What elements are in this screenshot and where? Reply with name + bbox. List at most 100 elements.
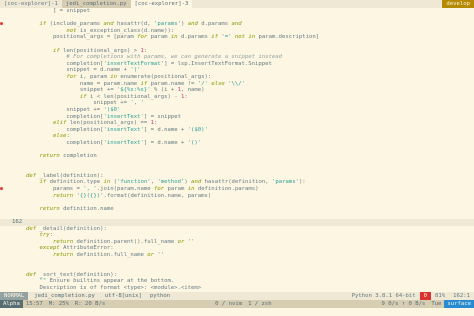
code-text: elif len(positional_args) == 1: xyxy=(52,120,158,127)
line-number xyxy=(12,74,26,81)
code-line[interactable]: def _detail(definition): xyxy=(0,226,474,233)
tmux-window-nvim[interactable]: 0 / nvim xyxy=(212,300,245,308)
code-line[interactable]: return definition.full_name or '' xyxy=(0,252,474,259)
sign-gutter xyxy=(0,219,12,226)
cursor-line[interactable]: 162 xyxy=(0,219,474,226)
code-line[interactable]: if i < len(positional_args) - 1: xyxy=(0,94,474,101)
code-line[interactable]: completion['insertText'] = d.name + '($0… xyxy=(0,127,474,134)
code-line[interactable]: name = param.name if param.name != '/' e… xyxy=(0,81,474,88)
code-line[interactable]: for i, param in enumerate(positional_arg… xyxy=(0,74,474,81)
code-text: params = ', '.join(param.name for param … xyxy=(26,186,259,193)
code-text: return definition.name xyxy=(39,205,114,212)
code-text: try: xyxy=(39,232,53,239)
line-number xyxy=(12,226,26,233)
sign-gutter xyxy=(0,54,12,61)
tmux-statusbar: Alpha 15:57 M: 25% R: 20 B/s 0 / nvim 1 … xyxy=(0,300,474,308)
code-line[interactable] xyxy=(0,146,474,153)
error-sign-icon: ● xyxy=(0,21,4,28)
code-line[interactable]: if len(positional_args) > 1: xyxy=(0,48,474,55)
mode-indicator: NORMAL xyxy=(0,292,29,300)
line-number xyxy=(12,100,26,107)
code-line[interactable]: snippet += '${%s:%s}' % (i + 1, name) xyxy=(0,87,474,94)
sign-gutter: ● xyxy=(0,21,12,28)
tmux-window-zsh[interactable]: 1 / zsh xyxy=(245,300,275,308)
tab-coc-explorer-3[interactable]: [coc-explorer]-3 xyxy=(130,0,193,8)
line-number xyxy=(12,232,26,239)
code-line[interactable]: ● if (include_params and hasattr(d, 'par… xyxy=(0,21,474,28)
code-line[interactable]: except AttributeError: xyxy=(0,245,474,252)
code-line[interactable] xyxy=(0,212,474,219)
command-line[interactable] xyxy=(0,308,474,316)
sign-gutter xyxy=(0,285,12,292)
code-line[interactable]: else: xyxy=(0,133,474,140)
code-text: else: xyxy=(52,133,70,140)
line-number xyxy=(12,153,26,160)
line-number xyxy=(12,259,26,266)
code-line[interactable]: completion['insertTextFormat'] = lsp.Ins… xyxy=(0,61,474,68)
code-line[interactable]: completion['insertText'] = d.name + '()' xyxy=(0,140,474,147)
tmux-net: 9 0/s ↑ 0 B/s xyxy=(381,301,426,307)
sign-gutter: ● xyxy=(0,186,12,193)
sign-gutter xyxy=(0,179,12,186)
code-text: if definition.type in ('function', 'meth… xyxy=(39,179,306,186)
code-line[interactable]: # For completions with params, we can ge… xyxy=(0,54,474,61)
code-line[interactable]: return definition.parent().full_name or … xyxy=(0,239,474,246)
code-line[interactable]: ] = snippet xyxy=(0,8,474,15)
code-line[interactable]: "" Ensure builtins appear at the bottom. xyxy=(0,278,474,285)
code-line[interactable]: def _label(definition): xyxy=(0,173,474,180)
line-number xyxy=(12,239,26,246)
editor-buffer[interactable]: ] = snippet ● if (include_params and hasa… xyxy=(0,8,474,292)
code-line[interactable]: return '{}({})'.format(definition.name, … xyxy=(0,193,474,200)
line-number xyxy=(12,34,26,41)
code-line[interactable]: snippet += ')$0' xyxy=(0,107,474,114)
code-line[interactable] xyxy=(0,160,474,167)
code-text: return definition.parent().full_name or … xyxy=(52,238,195,245)
code-line[interactable]: not is_exception_class(d.name)): xyxy=(0,28,474,35)
code-line[interactable] xyxy=(0,199,474,206)
line-number xyxy=(12,212,26,219)
sign-gutter xyxy=(0,28,12,35)
code-line[interactable] xyxy=(0,166,474,173)
code-text: return '{}({})'.format(definition.name, … xyxy=(52,192,212,199)
code-text: completion['insertText'] = d.name + '()' xyxy=(26,139,202,146)
code-line[interactable]: if definition.type in ('function', 'meth… xyxy=(0,179,474,186)
code-line[interactable] xyxy=(0,15,474,22)
code-text: completion['insertText'] = snippet xyxy=(26,113,181,120)
code-line[interactable] xyxy=(0,259,474,266)
status-right: Python 3.8.1 64-bit 0 81% 162:1 xyxy=(348,292,474,300)
line-number xyxy=(12,140,26,147)
line-number xyxy=(12,160,26,167)
code-line[interactable]: return completion xyxy=(0,153,474,160)
code-line[interactable]: def _sort_text(definition): xyxy=(0,272,474,279)
code-line[interactable]: return definition.name xyxy=(0,206,474,213)
sign-gutter xyxy=(0,199,12,206)
tab-jedi-completion[interactable]: jedi_completion.py xyxy=(61,0,131,8)
tab-coc-explorer-1[interactable]: [coc-explorer]-1 xyxy=(0,0,62,8)
sign-gutter xyxy=(0,81,12,88)
code-line[interactable]: snippet += ', ' xyxy=(0,100,474,107)
line-number xyxy=(12,146,26,153)
sign-gutter xyxy=(0,8,12,15)
code-line[interactable]: Description is of format <type>: <module… xyxy=(0,285,474,292)
code-line[interactable] xyxy=(0,41,474,48)
sign-gutter xyxy=(0,146,12,153)
code-line[interactable]: try: xyxy=(0,232,474,239)
code-line[interactable] xyxy=(0,265,474,272)
code-text: snippet += ')$0' xyxy=(26,106,121,113)
code-line[interactable]: elif len(positional_args) == 1: xyxy=(0,120,474,127)
line-number xyxy=(12,67,26,74)
code-line[interactable]: positional_args = [param for param in d.… xyxy=(0,34,474,41)
sign-gutter xyxy=(0,100,12,107)
code-line[interactable]: ● params = ', '.join(param.name for para… xyxy=(0,186,474,193)
code-text: snippet += ', ' xyxy=(26,100,144,107)
code-line[interactable]: completion['insertText'] = snippet xyxy=(0,114,474,121)
sign-gutter xyxy=(0,259,12,266)
code-line[interactable]: snippet = d.name + '(' xyxy=(0,67,474,74)
sign-gutter xyxy=(0,166,12,173)
line-number xyxy=(12,186,26,193)
line-number xyxy=(12,120,26,127)
